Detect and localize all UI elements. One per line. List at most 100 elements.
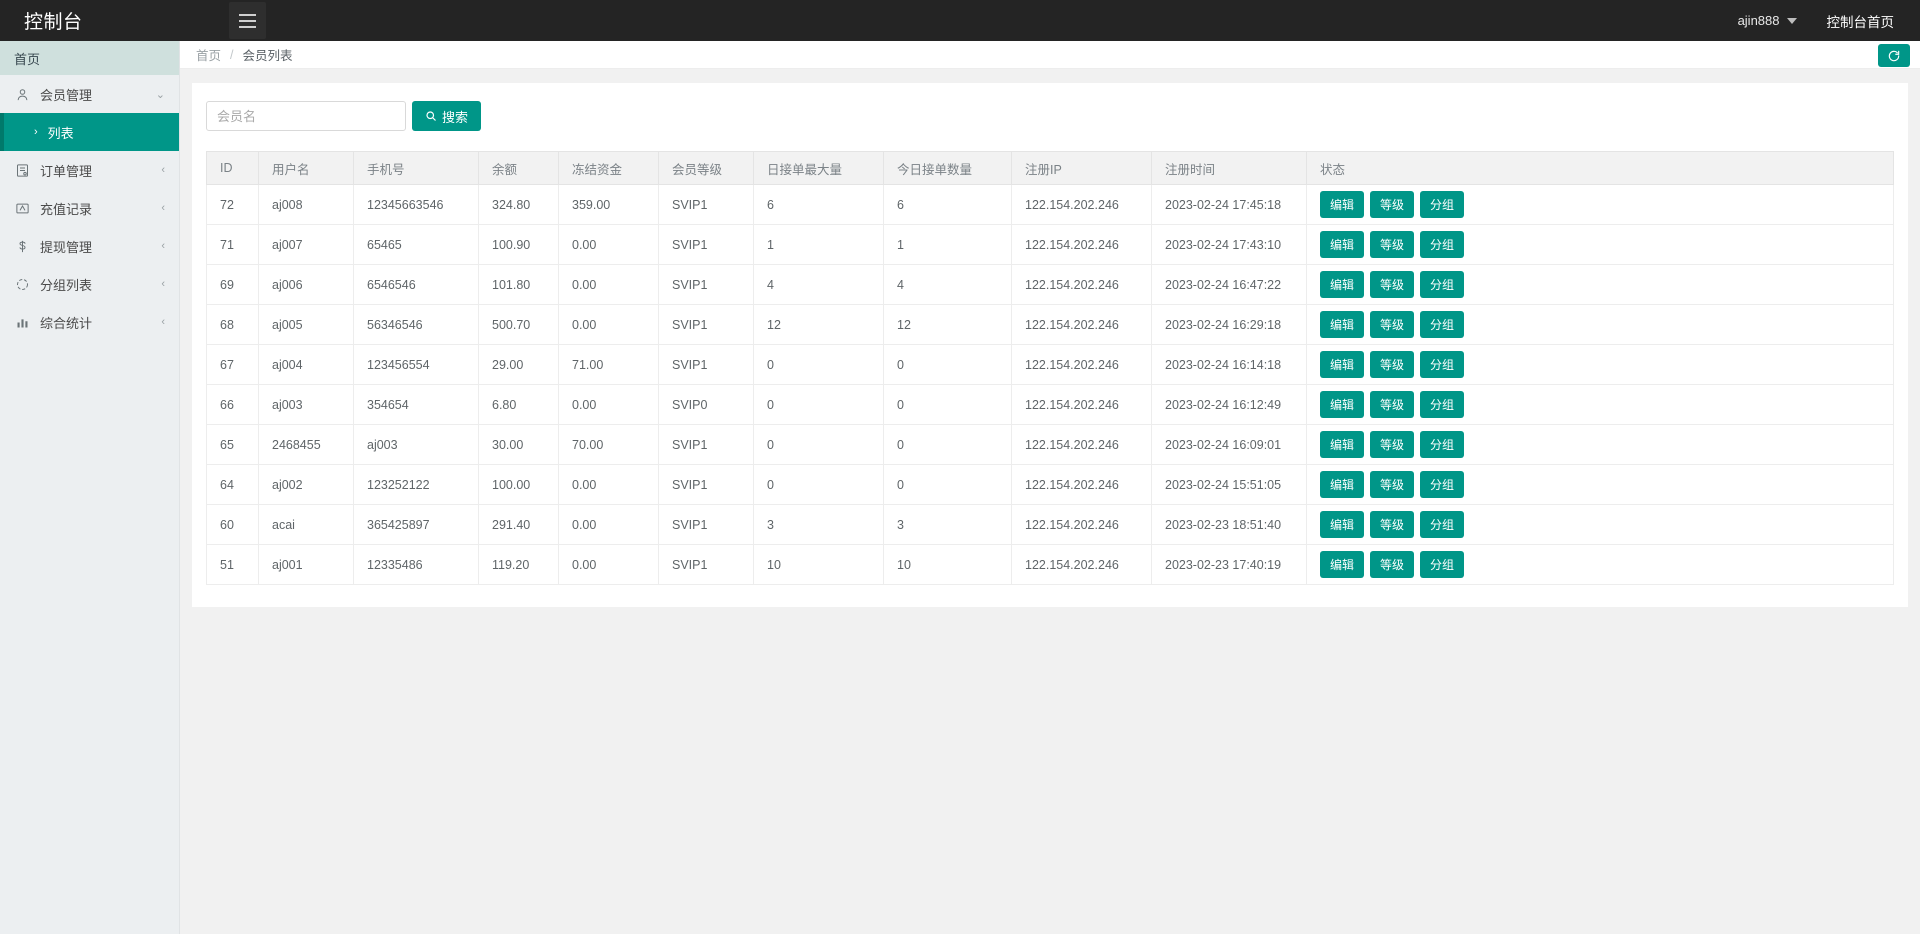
column-header-id[interactable]: ID [207,152,259,185]
cell-reg-time: 2023-02-24 16:47:22 [1152,265,1307,305]
column-header-max-orders[interactable]: 日接单最大量 [754,152,884,185]
column-header-ip[interactable]: 注册IP [1012,152,1152,185]
sidebar-item-recharge-records[interactable]: 充值记录 ‹ [0,189,179,227]
group-button[interactable]: 分组 [1420,551,1464,578]
level-button[interactable]: 等级 [1370,191,1414,218]
table-row: 64aj002123252122100.000.00SVIP100122.154… [207,465,1894,505]
member-list-panel: 搜索 ID 用户名 手机号 余额 冻结资金 会员等级 [192,83,1908,607]
column-header-today-orders[interactable]: 今日接单数量 [884,152,1012,185]
cell-max-orders: 0 [754,465,884,505]
cell-username: 2468455 [259,425,354,465]
group-button[interactable]: 分组 [1420,471,1464,498]
user-icon [14,86,31,103]
sidebar-item-member-management[interactable]: 会员管理 ⌄ [0,75,179,113]
cell-max-orders: 1 [754,225,884,265]
level-button[interactable]: 等级 [1370,231,1414,258]
column-header-frozen[interactable]: 冻结资金 [559,152,659,185]
sidebar-item-group-list[interactable]: 分组列表 ‹ [0,265,179,303]
level-button[interactable]: 等级 [1370,511,1414,538]
cell-today-orders: 0 [884,385,1012,425]
group-button[interactable]: 分组 [1420,191,1464,218]
cell-frozen: 70.00 [559,425,659,465]
level-button[interactable]: 等级 [1370,351,1414,378]
column-header-username[interactable]: 用户名 [259,152,354,185]
table-row: 68aj00556346546500.700.00SVIP11212122.15… [207,305,1894,345]
column-header-balance[interactable]: 余额 [479,152,559,185]
cell-frozen: 0.00 [559,505,659,545]
cell-level: SVIP0 [659,385,754,425]
group-button[interactable]: 分组 [1420,431,1464,458]
chevron-down-icon [1787,18,1797,24]
table-row: 652468455aj00330.0070.00SVIP100122.154.2… [207,425,1894,465]
sidebar-item-label: 会员管理 [40,85,156,104]
cell-status-actions: 编辑等级分组 [1307,425,1894,465]
column-header-reg-time[interactable]: 注册时间 [1152,152,1307,185]
cell-level: SVIP1 [659,225,754,265]
cell-username: aj008 [259,185,354,225]
edit-button[interactable]: 编辑 [1320,311,1364,338]
level-button[interactable]: 等级 [1370,391,1414,418]
table-row: 71aj00765465100.900.00SVIP111122.154.202… [207,225,1894,265]
cell-frozen: 71.00 [559,345,659,385]
cell-ip: 122.154.202.246 [1012,385,1152,425]
sidebar-item-statistics[interactable]: 综合统计 ‹ [0,303,179,341]
level-button[interactable]: 等级 [1370,311,1414,338]
user-menu[interactable]: ajin888 [1738,13,1797,28]
group-button[interactable]: 分组 [1420,511,1464,538]
breadcrumb-separator: / [230,48,233,62]
member-table: ID 用户名 手机号 余额 冻结资金 会员等级 日接单最大量 今日接单数量 注册… [206,151,1894,585]
dollar-icon [14,238,31,255]
edit-button[interactable]: 编辑 [1320,351,1364,378]
sidebar-subitem-list[interactable]: › 列表 [0,113,179,151]
cell-phone: aj003 [354,425,479,465]
cell-frozen: 0.00 [559,305,659,345]
table-row: 67aj00412345655429.0071.00SVIP100122.154… [207,345,1894,385]
cell-phone: 123456554 [354,345,479,385]
refresh-icon[interactable] [1878,44,1910,67]
search-button[interactable]: 搜索 [412,101,481,131]
group-button[interactable]: 分组 [1420,351,1464,378]
group-button[interactable]: 分组 [1420,391,1464,418]
search-input[interactable] [206,101,406,131]
sidebar-item-order-management[interactable]: 订单管理 ‹ [0,151,179,189]
level-button[interactable]: 等级 [1370,551,1414,578]
group-button[interactable]: 分组 [1420,311,1464,338]
edit-button[interactable]: 编辑 [1320,191,1364,218]
cell-reg-time: 2023-02-24 17:43:10 [1152,225,1307,265]
main-content: 首页 / 会员列表 搜索 [180,41,1920,934]
edit-button[interactable]: 编辑 [1320,391,1364,418]
level-button[interactable]: 等级 [1370,471,1414,498]
cell-id: 60 [207,505,259,545]
edit-button[interactable]: 编辑 [1320,471,1364,498]
edit-button[interactable]: 编辑 [1320,231,1364,258]
cell-max-orders: 0 [754,345,884,385]
cell-frozen: 0.00 [559,545,659,585]
breadcrumb-home[interactable]: 首页 [196,45,221,64]
group-button[interactable]: 分组 [1420,271,1464,298]
column-header-level[interactable]: 会员等级 [659,152,754,185]
edit-button[interactable]: 编辑 [1320,551,1364,578]
cell-ip: 122.154.202.246 [1012,265,1152,305]
hamburger-icon[interactable] [229,2,266,39]
group-button[interactable]: 分组 [1420,231,1464,258]
sidebar-item-home[interactable]: 首页 [0,41,179,75]
edit-button[interactable]: 编辑 [1320,431,1364,458]
cell-reg-time: 2023-02-24 16:14:18 [1152,345,1307,385]
cell-phone: 354654 [354,385,479,425]
cell-id: 51 [207,545,259,585]
cell-max-orders: 3 [754,505,884,545]
column-header-status[interactable]: 状态 [1307,152,1894,185]
level-button[interactable]: 等级 [1370,431,1414,458]
cell-balance: 291.40 [479,505,559,545]
edit-button[interactable]: 编辑 [1320,511,1364,538]
console-home-link[interactable]: 控制台首页 [1827,11,1895,31]
edit-button[interactable]: 编辑 [1320,271,1364,298]
level-button[interactable]: 等级 [1370,271,1414,298]
cell-username: acai [259,505,354,545]
cell-status-actions: 编辑等级分组 [1307,185,1894,225]
column-header-phone[interactable]: 手机号 [354,152,479,185]
cell-today-orders: 6 [884,185,1012,225]
cell-today-orders: 1 [884,225,1012,265]
sidebar-subitem-label: 列表 [48,123,74,142]
sidebar-item-withdraw-management[interactable]: 提现管理 ‹ [0,227,179,265]
